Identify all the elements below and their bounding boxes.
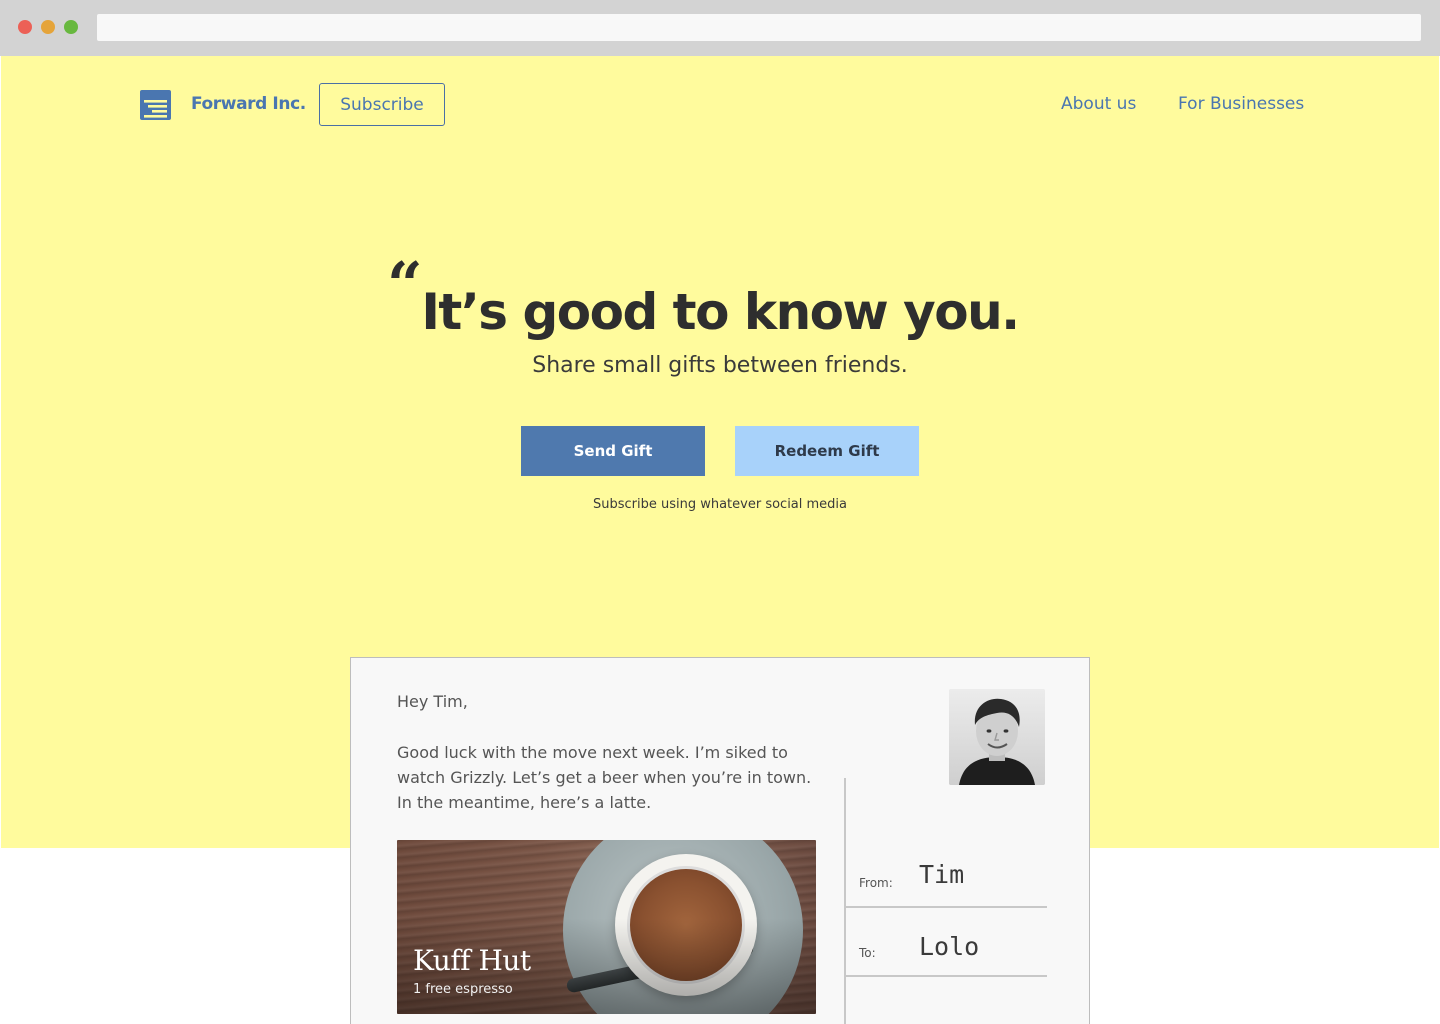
from-label: From: [859,876,893,890]
hero-headline-text: It’s good to know you. [421,283,1020,341]
card-divider-vertical [844,778,846,1024]
card-greeting: Hey Tim, [397,692,468,711]
hero-headline: It’s good to know you. [1,283,1439,341]
send-gift-button[interactable]: Send Gift [521,426,705,476]
address-bar[interactable] [97,14,1421,41]
stacked-lines-logo-icon[interactable] [140,90,171,120]
card-divider-from [845,906,1047,908]
hero-subheadline: Share small gifts between friends. [532,353,908,378]
from-name: Tim [919,860,965,889]
subscribe-button[interactable]: Subscribe [319,83,445,126]
maximize-window-icon[interactable] [64,20,78,34]
avatar [949,689,1045,785]
to-label: To: [859,946,876,960]
gift-card-preview: Hey Tim, Good luck with the move next we… [350,657,1090,1024]
browser-chrome [0,0,1440,56]
page: Forward Inc. Subscribe About us For Busi… [1,56,1439,1024]
redeem-gift-button[interactable]: Redeem Gift [735,426,919,476]
card-divider-to [845,975,1047,977]
gift-subtitle: 1 free espresso [413,982,513,997]
gift-title: Kuff Hut [413,944,531,977]
brand-name[interactable]: Forward Inc. [191,94,306,114]
minimize-window-icon[interactable] [41,20,55,34]
to-name: Lolo [919,932,980,961]
nav-link-about-us[interactable]: About us [1061,94,1136,114]
card-message: Good luck with the move next week. I’m s… [397,743,812,812]
social-subscribe-note: Subscribe using whatever social media [592,497,848,512]
gift-image[interactable]: Kuff Hut 1 free espresso [397,840,816,1014]
nav-link-for-businesses[interactable]: For Businesses [1178,94,1304,114]
close-window-icon[interactable] [18,20,32,34]
